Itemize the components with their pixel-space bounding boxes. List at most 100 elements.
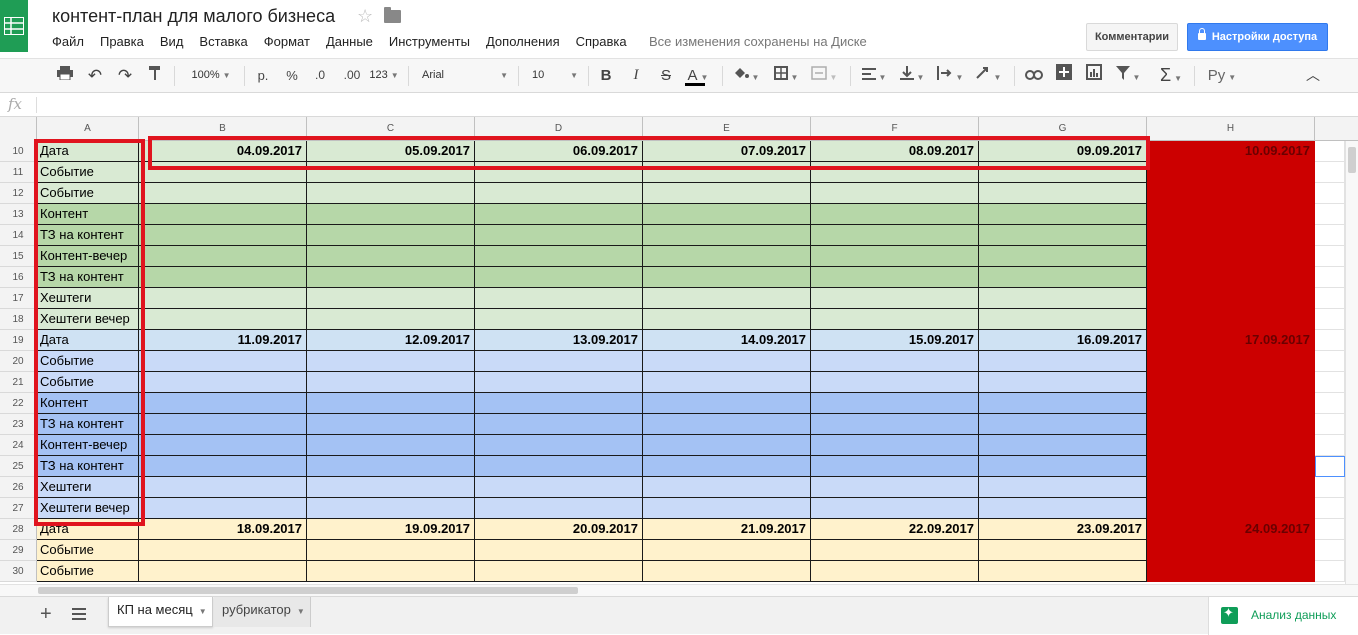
data-cell[interactable] <box>475 393 643 414</box>
weekend-cell[interactable] <box>1147 456 1315 477</box>
label-cell[interactable]: Событие <box>37 561 139 582</box>
label-cell[interactable]: Хештеги <box>37 477 139 498</box>
data-cell[interactable] <box>475 225 643 246</box>
chevron-down-icon[interactable]: ▼ <box>199 607 207 616</box>
date-cell[interactable]: 12.09.2017 <box>307 330 475 351</box>
empty-cell[interactable] <box>1315 561 1345 582</box>
vertical-scrollbar-thumb[interactable] <box>1348 147 1356 173</box>
data-cell[interactable] <box>307 414 475 435</box>
data-cell[interactable] <box>643 162 811 183</box>
paint-format-icon[interactable] <box>144 59 166 92</box>
weekend-cell[interactable] <box>1147 225 1315 246</box>
label-cell[interactable]: Дата <box>37 141 139 162</box>
row-number[interactable]: 27 <box>0 498 37 519</box>
data-cell[interactable] <box>811 498 979 519</box>
add-sheet-icon[interactable]: + <box>40 603 52 625</box>
data-cell[interactable] <box>139 477 307 498</box>
data-cell[interactable] <box>139 561 307 582</box>
weekend-cell[interactable] <box>1147 414 1315 435</box>
data-cell[interactable] <box>811 561 979 582</box>
data-cell[interactable] <box>643 435 811 456</box>
date-cell[interactable]: 13.09.2017 <box>475 330 643 351</box>
data-cell[interactable] <box>475 414 643 435</box>
weekend-date-cell[interactable]: 24.09.2017 <box>1147 519 1315 540</box>
label-cell[interactable]: Хештеги вечер <box>37 498 139 519</box>
data-cell[interactable] <box>307 435 475 456</box>
more-formats-select[interactable]: 123 ▼ <box>368 59 400 92</box>
undo-icon[interactable]: ↶ <box>84 59 106 92</box>
explore-button[interactable]: Анализ данных <box>1208 597 1358 635</box>
row-number[interactable]: 15 <box>0 246 37 267</box>
folder-icon[interactable] <box>384 7 401 23</box>
data-cell[interactable] <box>475 540 643 561</box>
data-cell[interactable] <box>475 456 643 477</box>
date-cell[interactable]: 23.09.2017 <box>979 519 1147 540</box>
date-cell[interactable]: 05.09.2017 <box>307 141 475 162</box>
empty-cell[interactable] <box>1315 414 1345 435</box>
data-cell[interactable] <box>811 414 979 435</box>
data-cell[interactable] <box>475 162 643 183</box>
borders-icon[interactable]: ▼ <box>770 59 802 92</box>
share-button[interactable]: Настройки доступа <box>1187 23 1328 51</box>
data-cell[interactable] <box>811 162 979 183</box>
date-cell[interactable]: 08.09.2017 <box>811 141 979 162</box>
data-cell[interactable] <box>643 561 811 582</box>
weekend-cell[interactable] <box>1147 351 1315 372</box>
empty-cell[interactable] <box>1315 225 1345 246</box>
data-cell[interactable] <box>643 414 811 435</box>
data-cell[interactable] <box>979 540 1147 561</box>
row-number[interactable]: 22 <box>0 393 37 414</box>
empty-cell[interactable] <box>1315 288 1345 309</box>
menu-item[interactable]: Формат <box>264 34 310 49</box>
vertical-scrollbar[interactable] <box>1345 141 1358 584</box>
data-cell[interactable] <box>811 267 979 288</box>
weekend-cell[interactable] <box>1147 435 1315 456</box>
data-cell[interactable] <box>307 498 475 519</box>
data-cell[interactable] <box>307 351 475 372</box>
text-rotation-icon[interactable]: ▼ <box>972 59 1004 92</box>
data-cell[interactable] <box>811 288 979 309</box>
weekend-cell[interactable] <box>1147 372 1315 393</box>
column-header-g[interactable]: G <box>979 117 1147 141</box>
menu-item[interactable]: Дополнения <box>486 34 560 49</box>
data-cell[interactable] <box>811 183 979 204</box>
data-cell[interactable] <box>139 435 307 456</box>
row-number[interactable]: 28 <box>0 519 37 540</box>
data-cell[interactable] <box>643 225 811 246</box>
label-cell[interactable]: Событие <box>37 351 139 372</box>
row-number[interactable]: 18 <box>0 309 37 330</box>
data-cell[interactable] <box>979 372 1147 393</box>
increase-decimal-button[interactable]: .00 <box>338 59 366 92</box>
empty-cell[interactable] <box>1315 141 1345 162</box>
data-cell[interactable] <box>307 225 475 246</box>
insert-link-icon[interactable] <box>1022 59 1046 92</box>
data-cell[interactable] <box>643 204 811 225</box>
label-cell[interactable]: ТЗ на контент <box>37 414 139 435</box>
font-select[interactable]: Arial ▼ <box>416 59 512 92</box>
column-header-b[interactable]: B <box>139 117 307 141</box>
data-cell[interactable] <box>307 204 475 225</box>
data-cell[interactable] <box>811 540 979 561</box>
label-cell[interactable]: ТЗ на контент <box>37 456 139 477</box>
data-cell[interactable] <box>811 477 979 498</box>
chevron-down-icon[interactable]: ▼ <box>297 607 305 616</box>
label-cell[interactable]: Событие <box>37 540 139 561</box>
row-number[interactable]: 19 <box>0 330 37 351</box>
empty-cell[interactable] <box>1315 393 1345 414</box>
data-cell[interactable] <box>139 162 307 183</box>
vertical-align-icon[interactable]: ▼ <box>896 59 928 92</box>
data-cell[interactable] <box>307 477 475 498</box>
filter-icon[interactable]: ▼ <box>1112 59 1144 92</box>
decrease-decimal-button[interactable]: .0 <box>308 59 332 92</box>
data-cell[interactable] <box>475 246 643 267</box>
fill-color-icon[interactable]: ▼ <box>730 59 762 92</box>
date-cell[interactable]: 19.09.2017 <box>307 519 475 540</box>
label-cell[interactable]: Контент <box>37 204 139 225</box>
empty-cell[interactable] <box>1315 372 1345 393</box>
data-cell[interactable] <box>979 183 1147 204</box>
data-cell[interactable] <box>139 225 307 246</box>
date-cell[interactable]: 07.09.2017 <box>643 141 811 162</box>
data-cell[interactable] <box>307 456 475 477</box>
data-cell[interactable] <box>811 246 979 267</box>
data-cell[interactable] <box>811 393 979 414</box>
